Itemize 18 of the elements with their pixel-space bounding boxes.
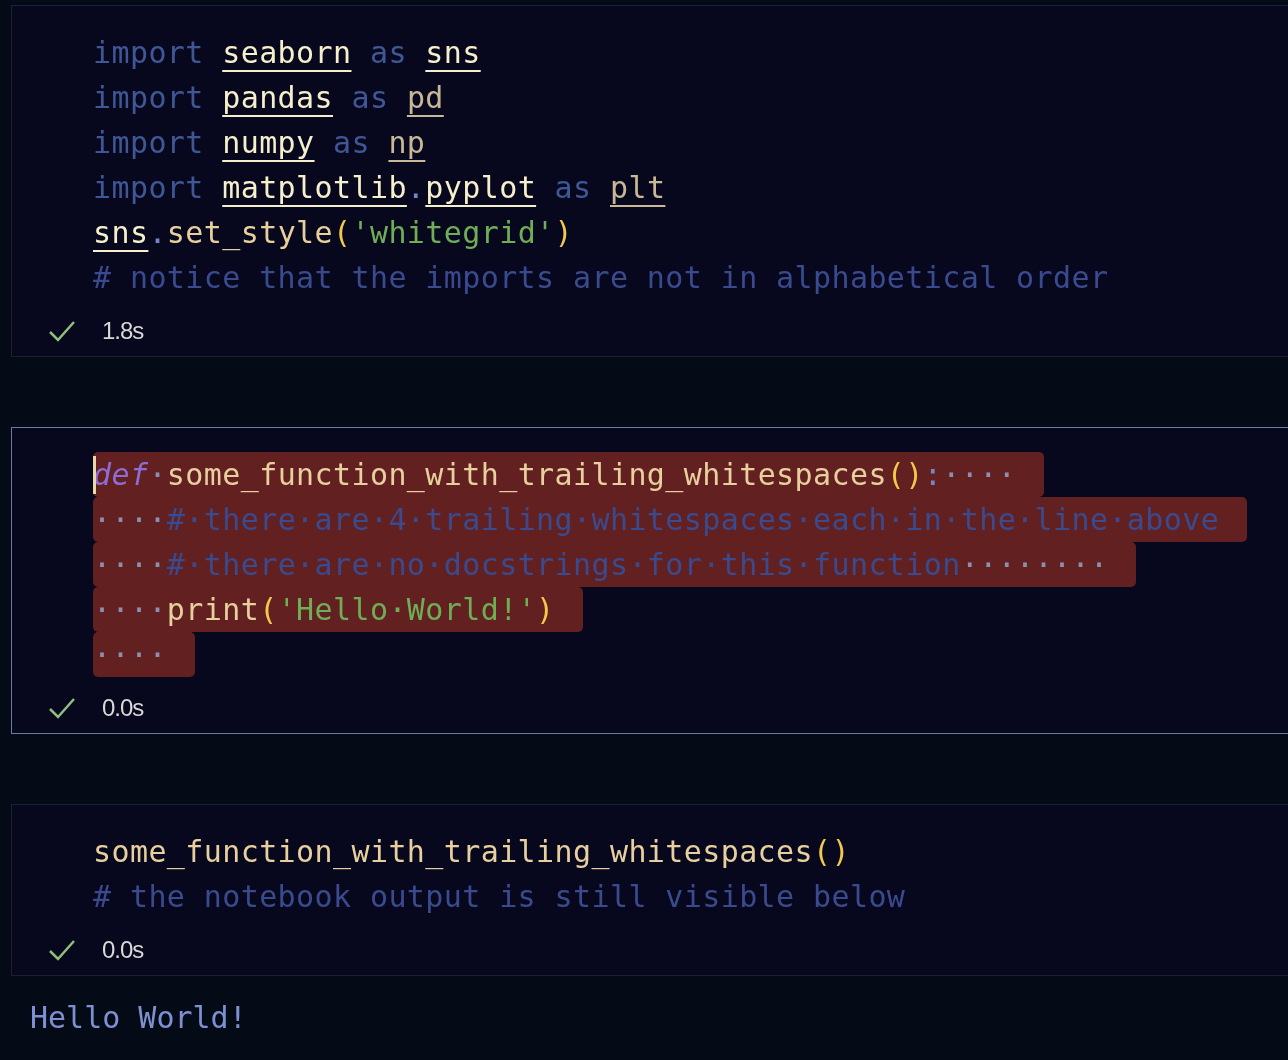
code-line: import seaborn as sns xyxy=(93,34,481,72)
check-icon xyxy=(48,938,76,962)
code-cell[interactable]: some_function_with_trailing_whitespaces() # the notebook output is still visible below 0.0s xyxy=(11,804,1288,976)
code-line: import matplotlib.pyplot as plt xyxy=(93,169,666,207)
cell-output: Hello World! xyxy=(29,999,248,1037)
check-icon xyxy=(48,319,76,343)
code-line: import pandas as pd xyxy=(93,79,444,117)
code-cell[interactable]: import seaborn as sns import pandas as pd import numpy as np import matplotlib.pyplot as plt sns.set_style('whitegrid') # notice that the imports are not in alphabetical order 1.8s xyxy=(11,5,1288,357)
execution-time: 1.8s xyxy=(102,317,144,345)
execution-time: 0.0s xyxy=(102,936,144,964)
code-cell[interactable] xyxy=(11,427,1288,734)
code-line: some_function_with_trailing_whitespaces() xyxy=(93,833,850,872)
code-line: # the notebook output is still visible below xyxy=(93,878,906,916)
code-line: # notice that the imports are not in alphabetical order xyxy=(93,259,1109,297)
execution-time: 0.0s xyxy=(102,694,144,722)
code-line: sns.set_style('whitegrid') xyxy=(93,214,574,253)
code-line: import numpy as np xyxy=(93,124,426,162)
check-icon xyxy=(48,696,76,720)
